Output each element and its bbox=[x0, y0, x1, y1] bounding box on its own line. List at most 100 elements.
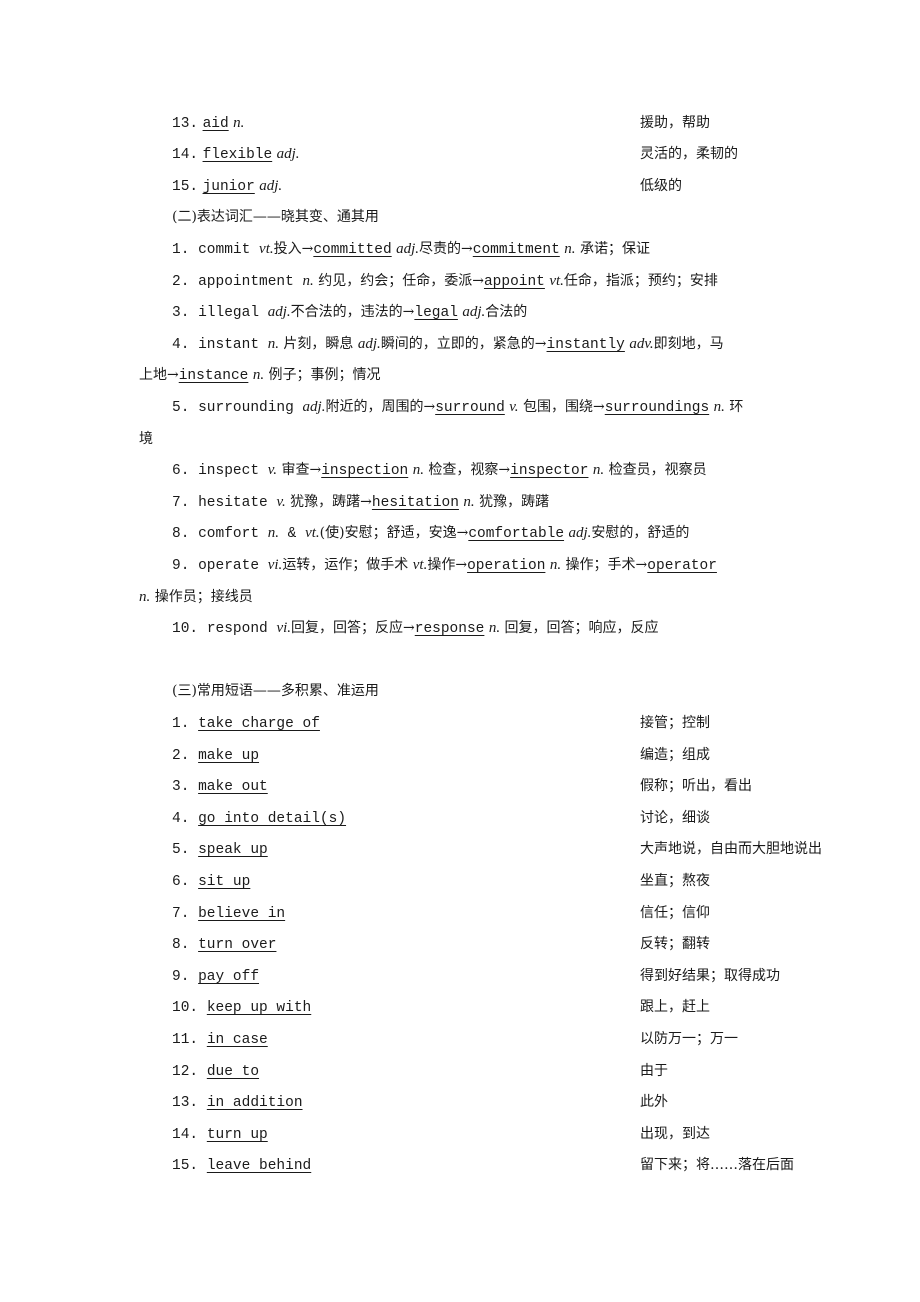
phrase-text: turn over bbox=[198, 937, 277, 954]
item-number: 8. bbox=[172, 937, 199, 954]
definition-text: 附近的，周围的→ bbox=[325, 399, 436, 415]
head-word: & bbox=[278, 526, 306, 543]
definition-text: 检查员，视察员 bbox=[604, 462, 707, 479]
derived-word: instance bbox=[178, 368, 249, 385]
item-number: 7. bbox=[172, 494, 199, 511]
word-family-item: 5. surrounding adj.附近的，周围的→surround v. 包… bbox=[139, 397, 817, 418]
word-family-item: 2. appointment n. 约见，约会；任命，委派→appoint vt… bbox=[139, 271, 817, 292]
phrase-meaning: 大声地说，自由而大胆地说出 bbox=[640, 841, 822, 858]
item-number: 2. bbox=[172, 273, 199, 290]
phrase-item: 1. take charge of 接管；控制 bbox=[139, 713, 817, 734]
part-of-speech: n. bbox=[267, 335, 279, 352]
phrase-item: 6. sit up 坐直；熬夜 bbox=[139, 871, 817, 892]
derived-word: committed bbox=[313, 242, 392, 258]
item-number: 9. bbox=[172, 558, 199, 574]
head-word: commit bbox=[198, 242, 260, 258]
section3-title: (三)常用短语——多积累、准运用 bbox=[172, 683, 379, 699]
item-number: 3. bbox=[172, 305, 199, 322]
vocab-word: aid bbox=[202, 116, 229, 132]
definition-text: 环 bbox=[724, 399, 744, 415]
part-of-speech: n. bbox=[267, 525, 279, 542]
vocab-row: 15. junior adj. 低级的 bbox=[139, 176, 817, 197]
section2-title: (二)表达词汇——晓其变、通其用 bbox=[172, 209, 379, 225]
phrase-meaning: 以防万一；万一 bbox=[640, 1031, 738, 1047]
phrase-meaning: 坐直；熬夜 bbox=[640, 873, 710, 889]
head-word: respond bbox=[206, 621, 277, 638]
definition-text: 上地→ bbox=[139, 367, 179, 384]
phrase-meaning: 接管；控制 bbox=[640, 715, 710, 731]
head-word: instant bbox=[198, 336, 268, 353]
item-number: 9. bbox=[172, 968, 199, 985]
definition-text: 合法的 bbox=[485, 304, 528, 321]
phrase-meaning: 假称；听出，看出 bbox=[640, 778, 752, 795]
part-of-speech: vt. bbox=[305, 525, 320, 542]
phrase-text: due to bbox=[206, 1063, 260, 1080]
derived-word: surroundings bbox=[604, 400, 710, 416]
word-family-item: 7. hesitate v. 犹豫，踌躇→hesitation n. 犹豫，踌躇 bbox=[139, 492, 817, 513]
part-of-speech: v. bbox=[276, 493, 286, 510]
definition-text: 安慰的，舒适的 bbox=[591, 525, 690, 542]
definition-text: 操作→ bbox=[427, 557, 468, 573]
part-of-speech: v. bbox=[267, 462, 278, 479]
word-family-item: 9. operate vi.运转，运作；做手术 vt.操作→operation … bbox=[139, 555, 817, 576]
item-number: 3. bbox=[172, 779, 199, 796]
part-of-speech: n. bbox=[412, 462, 424, 479]
phrase-item: 12. due to 由于 bbox=[139, 1061, 817, 1082]
part-of-speech: adj. bbox=[357, 335, 381, 352]
derived-word: legal bbox=[414, 305, 458, 322]
definition-text: 回复，回答；反应→ bbox=[291, 620, 415, 637]
derived-word: response bbox=[414, 621, 485, 638]
derived-word: hesitation bbox=[371, 494, 459, 511]
phrase-meaning: 得到好结果；取得成功 bbox=[640, 967, 780, 984]
item-number: 14. bbox=[172, 1126, 207, 1143]
phrase-meaning: 出现，到达 bbox=[640, 1125, 710, 1142]
item-number: 6. bbox=[172, 874, 199, 890]
phrase-item: 13. in addition 此外 bbox=[139, 1092, 817, 1113]
item-number: 2. bbox=[172, 747, 199, 764]
phrase-text: keep up with bbox=[206, 1000, 312, 1017]
part-of-speech: n. bbox=[592, 462, 605, 479]
definition-text: 运转，运作；做手术 bbox=[282, 557, 413, 573]
derived-word: operation bbox=[467, 558, 546, 574]
phrase-item: 11. in case 以防万一；万一 bbox=[139, 1029, 817, 1050]
item-number: 11. bbox=[172, 1032, 207, 1048]
item-number: 15. bbox=[172, 1158, 207, 1175]
item-number: 1. bbox=[172, 716, 199, 732]
vocab-number: 13. bbox=[172, 116, 199, 132]
part-of-speech: vt. bbox=[549, 272, 564, 289]
part-of-speech: n. bbox=[564, 241, 576, 257]
phrase-item: 8. turn over 反转；翻转 bbox=[139, 934, 817, 955]
part-of-speech: vi. bbox=[276, 620, 292, 637]
word-family-item-continuation: 上地→instance n. 例子；事例；情况 bbox=[139, 365, 784, 386]
part-of-speech: n. bbox=[463, 493, 475, 510]
part-of-speech: v. bbox=[509, 399, 519, 415]
phrase-text: make out bbox=[198, 779, 268, 796]
part-of-speech: n. bbox=[713, 399, 725, 415]
item-number: 8. bbox=[172, 526, 199, 543]
definition-text: 包围，围绕→ bbox=[518, 399, 605, 415]
derived-word: operator bbox=[647, 558, 717, 574]
phrase-meaning: 留下来；将……落在后面 bbox=[640, 1157, 794, 1174]
phrase-item: 4. go into detail(s) 讨论，细谈 bbox=[139, 808, 817, 829]
phrase-text: make up bbox=[198, 747, 260, 764]
phrase-text: leave behind bbox=[206, 1158, 312, 1175]
phrase-meaning: 讨论，细谈 bbox=[640, 809, 710, 826]
item-number: 10. bbox=[172, 1000, 207, 1017]
definition-text: 片刻，瞬息 bbox=[278, 335, 358, 352]
vocab-word: junior bbox=[202, 179, 255, 195]
head-word: comfort bbox=[198, 526, 268, 543]
phrase-meaning: 此外 bbox=[640, 1094, 668, 1111]
item-number: 1. bbox=[172, 242, 199, 258]
phrase-text: sit up bbox=[198, 874, 251, 890]
phrase-text: in case bbox=[206, 1032, 268, 1048]
derived-word: inspection bbox=[321, 463, 409, 480]
word-family-item: 3. illegal adj.不合法的，违法的→legal adj.合法的 bbox=[139, 302, 817, 323]
document-page: 13. aid n. 援助，帮助 14. flexible adj. 灵活的，柔… bbox=[0, 0, 920, 1302]
definition-text: 尽责的→ bbox=[419, 241, 473, 257]
phrase-meaning: 信任；信仰 bbox=[640, 904, 710, 921]
part-of-speech: adj. bbox=[267, 304, 291, 321]
part-of-speech: adv. bbox=[629, 335, 654, 352]
vocab-meaning: 灵活的，柔韧的 bbox=[640, 146, 738, 162]
phrase-text: speak up bbox=[198, 842, 268, 859]
phrase-item: 14. turn up 出现，到达 bbox=[139, 1124, 817, 1145]
